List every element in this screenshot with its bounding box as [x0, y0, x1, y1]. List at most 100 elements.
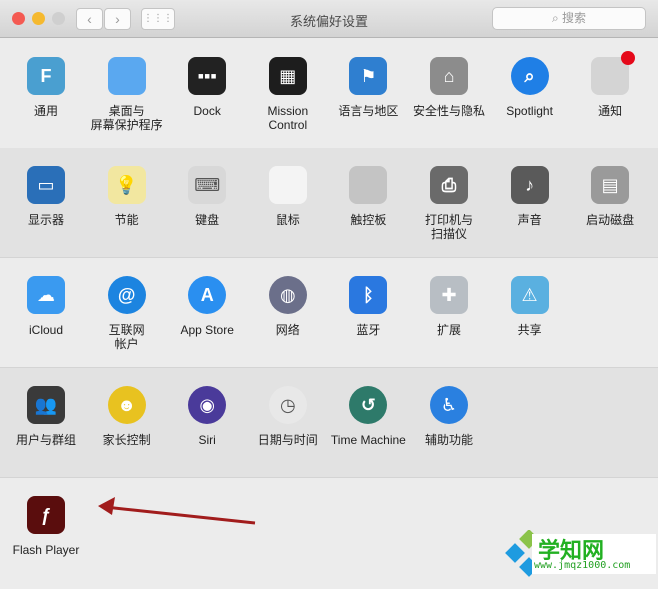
pref-pane-label: 显示器	[27, 213, 64, 227]
pref-pane-label: 网络	[275, 323, 300, 337]
pane-section: 👥 用户与群组 ☻ 家长控制 ◉ Siri ◷ 日期与时间 ↺ Time Machine ♿ 辅助功能	[0, 368, 658, 478]
pref-pane-label: Siri	[198, 433, 216, 447]
speaker-icon: ♪	[510, 166, 549, 204]
pref-pane-label: 语言与地区	[338, 104, 399, 118]
pref-pane-general[interactable]: F 通用	[6, 57, 86, 118]
pref-pane-label: 辅助功能	[424, 433, 473, 447]
mission-control-icon: ▦	[268, 57, 307, 95]
pref-pane-label: 鼠标	[275, 213, 300, 227]
pref-pane-accessibility[interactable]: ♿ 辅助功能	[409, 386, 489, 447]
pref-pane-label: 触控板	[350, 213, 387, 227]
pref-pane-clock[interactable]: ◷ 日期与时间	[248, 386, 328, 447]
pref-pane-printer[interactable]: ⎙ 打印机与 扫描仪	[409, 166, 489, 241]
pref-pane-label: 日期与时间	[257, 433, 318, 447]
red-arrow-annotation	[98, 497, 256, 525]
pref-pane-label: 打印机与 扫描仪	[424, 213, 473, 241]
pref-pane-label: 互联网 帐户	[108, 323, 145, 351]
pref-pane-dock[interactable]: ▪▪▪ Dock	[167, 57, 247, 118]
pref-pane-label: 通用	[33, 104, 58, 118]
search-icon: ⌕	[551, 11, 563, 25]
pref-pane-label: 桌面与 屏幕保护程序	[90, 104, 163, 132]
pref-pane-shared-folder[interactable]: ⚠ 共享	[490, 276, 570, 337]
siri-icon: ◉	[188, 386, 227, 424]
pref-pane-desktop[interactable]: 桌面与 屏幕保护程序	[87, 57, 167, 132]
pref-pane-label: Flash Player	[12, 543, 80, 557]
pref-pane-label: Dock	[193, 104, 221, 118]
pref-pane-disk[interactable]: ▤ 启动磁盘	[570, 166, 650, 227]
pref-pane-parental[interactable]: ☻ 家长控制	[87, 386, 167, 447]
disk-icon: ▤	[591, 166, 630, 204]
at-icon: @	[107, 276, 146, 314]
pref-pane-label: 安全性与隐私	[412, 104, 485, 118]
shared-folder-icon: ⚠	[510, 276, 549, 314]
pref-pane-label: 键盘	[195, 213, 220, 227]
parental-icon: ☻	[107, 386, 146, 424]
mouse-icon	[268, 166, 307, 204]
search-input[interactable]: ⌕ 搜索	[492, 7, 646, 30]
pref-pane-siri[interactable]: ◉ Siri	[167, 386, 247, 447]
bulb-icon: 💡	[107, 166, 146, 204]
icloud-icon: ☁	[27, 276, 65, 314]
pref-pane-app-store[interactable]: A App Store	[167, 276, 247, 337]
pref-pane-label: 共享	[517, 323, 542, 337]
pref-pane-label: Spotlight	[506, 104, 553, 118]
pref-pane-label: App Store	[180, 323, 234, 337]
pref-pane-at[interactable]: @ 互联网 帐户	[87, 276, 167, 351]
pref-pane-label: 家长控制	[102, 433, 151, 447]
pref-pane-bluetooth[interactable]: ᛒ 蓝牙	[328, 276, 408, 337]
pref-pane-globe[interactable]: ◍ 网络	[248, 276, 328, 337]
pref-pane-label: Mission Control	[267, 104, 309, 132]
pref-pane-label: Time Machine	[330, 433, 406, 447]
pref-pane-flash[interactable]: ƒ Flash Player	[6, 496, 86, 557]
notification-badge	[621, 51, 636, 65]
house-lock-icon: ⌂	[430, 57, 468, 95]
pref-pane-notifications[interactable]: 通知	[570, 51, 650, 118]
title-bar: ‹ › ⋮⋮⋮ 系统偏好设置 ⌕ 搜索	[0, 0, 658, 38]
pref-pane-flag[interactable]: ⚑ 语言与地区	[328, 57, 408, 118]
pref-pane-house-lock[interactable]: ⌂ 安全性与隐私	[409, 57, 489, 118]
bluetooth-icon: ᛒ	[349, 276, 388, 314]
search-placeholder: 搜索	[562, 11, 587, 25]
users-icon: 👥	[27, 386, 65, 424]
desktop-icon	[107, 57, 146, 95]
printer-icon: ⎙	[430, 166, 468, 204]
pref-pane-label: 通知	[598, 104, 623, 118]
accessibility-icon: ♿	[430, 386, 468, 424]
flag-icon: ⚑	[349, 57, 388, 95]
pref-pane-trackpad[interactable]: 触控板	[328, 166, 408, 227]
pref-pane-icloud[interactable]: ☁ iCloud	[6, 276, 86, 337]
pref-pane-label: 蓝牙	[356, 323, 381, 337]
pref-pane-speaker[interactable]: ♪ 声音	[490, 166, 570, 227]
pref-pane-spotlight[interactable]: ⌕ Spotlight	[490, 57, 570, 118]
pref-pane-users[interactable]: 👥 用户与群组	[6, 386, 86, 447]
watermark: 学知网 www.jmqz1000.com	[504, 530, 658, 589]
pref-pane-label: 声音	[517, 213, 542, 227]
general-icon: F	[27, 57, 65, 95]
clock-icon: ◷	[268, 386, 307, 424]
trackpad-icon	[349, 166, 388, 204]
pref-pane-mission-control[interactable]: ▦ Mission Control	[248, 57, 328, 132]
pref-pane-display[interactable]: ▭ 显示器	[6, 166, 86, 227]
flash-icon: ƒ	[27, 496, 65, 534]
pref-pane-bulb[interactable]: 💡 节能	[87, 166, 167, 227]
pane-section: ☁ iCloud @ 互联网 帐户 A App Store ◍ 网络 ᛒ 蓝牙 ✚ 扩展 ⚠ 共享	[0, 258, 658, 368]
pref-pane-label: iCloud	[28, 323, 64, 337]
app-store-icon: A	[188, 276, 227, 314]
pref-pane-keyboard[interactable]: ⌨ 键盘	[167, 166, 247, 227]
pane-section: ▭ 显示器 💡 节能 ⌨ 键盘 鼠标 触控板 ⎙ 打印机与 扫描仪 ♪ 声音 ▤ 启动磁盘	[0, 148, 658, 258]
pref-pane-label: 启动磁盘	[586, 213, 635, 227]
puzzle-icon: ✚	[430, 276, 468, 314]
pref-pane-puzzle[interactable]: ✚ 扩展	[409, 276, 489, 337]
notifications-icon	[591, 51, 636, 95]
pref-pane-label: 用户与群组	[15, 433, 76, 447]
watermark-url: www.jmqz1000.com	[534, 560, 631, 571]
pref-pane-time-machine[interactable]: ↺ Time Machine	[328, 386, 408, 447]
spotlight-icon: ⌕	[510, 57, 549, 95]
globe-icon: ◍	[268, 276, 307, 314]
pref-pane-mouse[interactable]: 鼠标	[248, 166, 328, 227]
time-machine-icon: ↺	[349, 386, 388, 424]
pref-pane-label: 扩展	[436, 323, 461, 337]
pref-pane-label: 节能	[114, 213, 139, 227]
dock-icon: ▪▪▪	[188, 57, 227, 95]
display-icon: ▭	[27, 166, 65, 204]
